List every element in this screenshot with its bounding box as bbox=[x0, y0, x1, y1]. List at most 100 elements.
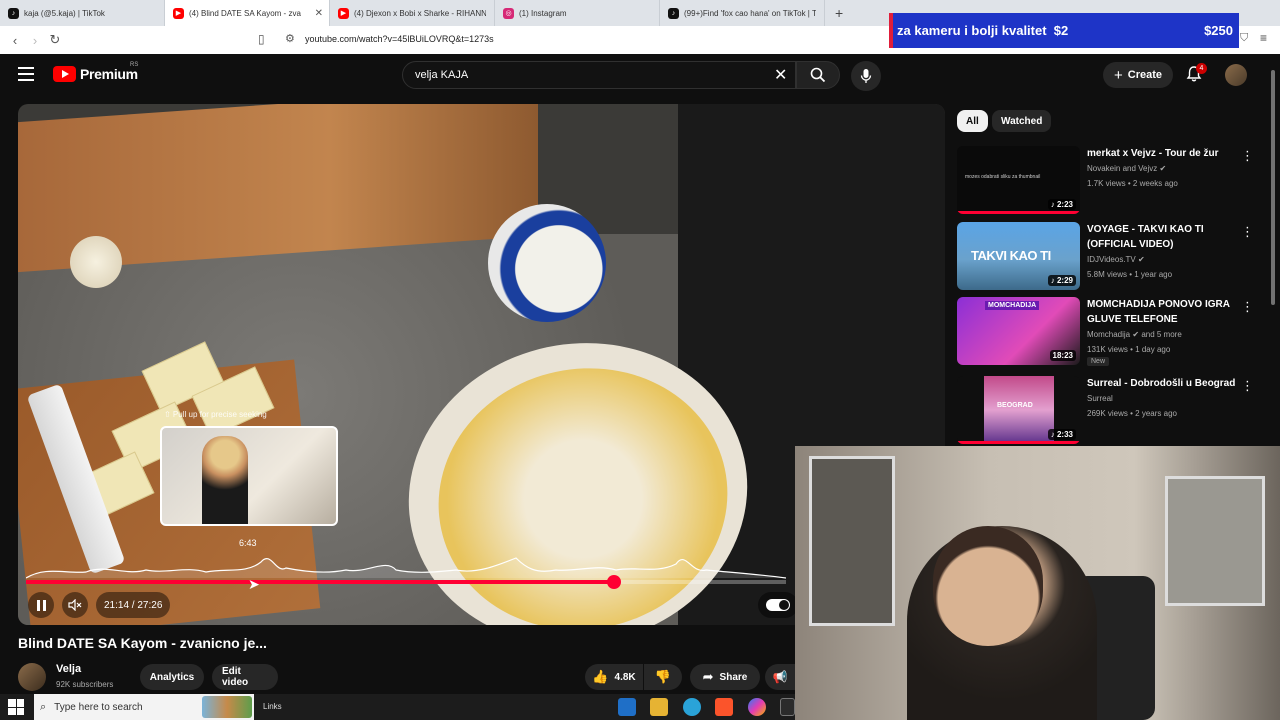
edge-icon[interactable] bbox=[683, 698, 701, 716]
seek-hint-text: ⇧ Pull up for precise seeking bbox=[164, 410, 267, 419]
more-options-icon[interactable]: ⋮ bbox=[1241, 224, 1254, 240]
share-label: Share bbox=[719, 671, 748, 683]
duration-badge: 18:23 bbox=[1049, 350, 1076, 361]
recommended-video[interactable]: mozes odabrati sliku za thumbnail ♪ 2:23… bbox=[957, 146, 1257, 214]
tab-close-icon[interactable]: ✕ bbox=[315, 8, 323, 19]
browser-tab[interactable]: ▶ (4) Djexon x Bobi x Sharke - RIHANN bbox=[330, 0, 495, 26]
video-title[interactable]: Surreal - Dobrodošli u Beograd bbox=[1087, 376, 1237, 391]
browser-menu-icon[interactable]: ≡ bbox=[1260, 31, 1267, 45]
time-text: 21:14 / 27:26 bbox=[104, 599, 163, 611]
channel-name[interactable]: Surreal bbox=[1087, 394, 1113, 403]
thumbnail-text: BEOGRAD bbox=[997, 402, 1033, 409]
channel-line[interactable]: Momchadija ✔ and 5 more bbox=[1087, 330, 1182, 339]
youtube-logo[interactable]: Premium bbox=[53, 66, 138, 82]
more-options-icon[interactable]: ⋮ bbox=[1241, 378, 1254, 394]
youtube-icon: ▶ bbox=[173, 7, 184, 19]
windows-start-icon[interactable] bbox=[8, 699, 24, 715]
video-title: Blind DATE SA Kayom - zvanicno je... bbox=[18, 635, 267, 651]
video-title[interactable]: merkat x Vejvz - Tour de žur bbox=[1087, 146, 1237, 161]
brave-icon[interactable] bbox=[715, 698, 733, 716]
new-tab-button[interactable]: + bbox=[825, 5, 853, 21]
search-input[interactable]: velja KAJA bbox=[402, 61, 796, 89]
channel-line[interactable]: Novakein and Vejvz ✔ bbox=[1087, 164, 1166, 173]
promote-button[interactable]: 📢 bbox=[765, 664, 795, 690]
channel-avatar[interactable] bbox=[18, 663, 46, 691]
back-icon[interactable]: ‹ bbox=[5, 33, 25, 48]
channel-line[interactable]: IDJVideos.TV ✔ bbox=[1087, 255, 1145, 264]
search-icon: ⌕ bbox=[40, 700, 47, 713]
more-options-icon[interactable]: ⋮ bbox=[1241, 148, 1254, 164]
youtube-icon: ▶ bbox=[338, 7, 349, 19]
donation-banner: za kameru i bolji kvalitet $2 $250 bbox=[889, 13, 1239, 48]
pause-button[interactable] bbox=[28, 592, 54, 618]
browser-tab-active[interactable]: ▶ (4) Blind DATE SA Kayom - zvan ✕ bbox=[165, 0, 330, 26]
video-title[interactable]: VOYAGE - TAKVI KAO TI (OFFICIAL VIDEO) bbox=[1087, 222, 1237, 252]
verified-icon: ✔ bbox=[1159, 164, 1167, 173]
app-icon[interactable] bbox=[780, 698, 795, 716]
taskbar-search-input[interactable]: ⌕ Type here to search bbox=[34, 694, 254, 720]
video-thumbnail[interactable]: MOMCHADIJA 18:23 bbox=[957, 297, 1080, 365]
tab-title: (4) Blind DATE SA Kayom - zvan bbox=[189, 8, 301, 18]
menu-icon[interactable] bbox=[18, 67, 34, 81]
account-avatar[interactable] bbox=[1225, 64, 1247, 86]
clear-search-icon[interactable]: ✕ bbox=[774, 65, 787, 85]
recommended-video[interactable]: TAKVI KAO TI ♪ 2:29 VOYAGE - TAKVI KAO T… bbox=[957, 222, 1257, 290]
reload-icon[interactable]: ↻ bbox=[45, 32, 65, 48]
browser-tab[interactable]: ◎ (1) Instagram bbox=[495, 0, 660, 26]
channel-extra: and 5 more bbox=[1141, 330, 1182, 339]
recommended-video[interactable]: MOMCHADIJA 18:23 MOMCHADIJA PONOVO IGRA … bbox=[957, 297, 1257, 366]
search-button[interactable] bbox=[796, 61, 840, 89]
tiktok-icon: ♪ bbox=[8, 7, 19, 19]
tiktok-icon: ♪ bbox=[668, 7, 679, 19]
thumbnail-text: mozes odabrati sliku za thumbnail bbox=[965, 174, 1041, 180]
tab-title: (4) Djexon x Bobi x Sharke - RIHANN bbox=[354, 8, 486, 18]
video-thumbnail[interactable]: TAKVI KAO TI ♪ 2:29 bbox=[957, 222, 1080, 290]
voice-search-button[interactable] bbox=[851, 61, 881, 91]
autoplay-toggle[interactable] bbox=[758, 592, 798, 618]
like-button[interactable]: 👍 4.8K bbox=[585, 664, 643, 690]
time-display: 21:14 / 27:26 bbox=[96, 592, 171, 618]
channel-name: Novakein and Vejvz bbox=[1087, 164, 1158, 173]
recommended-video[interactable]: BEOGRAD ♪ 2:33 Surreal - Dobrodošli u Be… bbox=[957, 376, 1257, 444]
microphone-icon bbox=[860, 69, 872, 83]
thumbnail-text: MOMCHADIJA bbox=[985, 301, 1040, 310]
share-icon: ➦ bbox=[702, 669, 714, 684]
site-info-icon[interactable]: ⚙ bbox=[285, 32, 295, 45]
bookmark-icon[interactable]: ▯ bbox=[258, 32, 265, 46]
edit-video-button[interactable]: Edit video bbox=[212, 664, 278, 690]
create-button[interactable]: + Create bbox=[1103, 62, 1173, 88]
webcam-overlay bbox=[795, 446, 1280, 720]
donation-text: za kameru i bolji kvalitet bbox=[897, 23, 1047, 38]
watched-progress bbox=[957, 441, 1080, 444]
megaphone-icon: 📢 bbox=[772, 670, 788, 684]
forward-icon[interactable]: › bbox=[25, 33, 45, 48]
shield-icon[interactable]: ⛉ bbox=[1240, 32, 1248, 45]
verified-icon: ✔ bbox=[1132, 330, 1140, 339]
progress-bar[interactable] bbox=[26, 575, 786, 589]
channel-name[interactable]: Velja bbox=[56, 663, 81, 675]
file-explorer-icon[interactable] bbox=[650, 698, 668, 716]
like-count: 4.8K bbox=[614, 671, 636, 683]
more-options-icon[interactable]: ⋮ bbox=[1241, 299, 1254, 315]
mute-button[interactable] bbox=[62, 592, 88, 618]
dislike-button[interactable]: 👎 bbox=[644, 664, 682, 690]
browser-tab[interactable]: ♪ (99+)Find 'fox cao hana' on TikTok | T bbox=[660, 0, 825, 26]
links-toolbar[interactable]: Links bbox=[263, 702, 282, 711]
channel-name: IDJVideos.TV bbox=[1087, 255, 1136, 264]
share-button[interactable]: ➦ Share bbox=[690, 664, 760, 690]
app-icon[interactable] bbox=[618, 698, 636, 716]
video-thumbnail[interactable]: mozes odabrati sliku za thumbnail ♪ 2:23 bbox=[957, 146, 1080, 214]
page-scrollbar[interactable] bbox=[1271, 70, 1275, 305]
chip-all[interactable]: All bbox=[957, 110, 988, 132]
thumbnail-text: TAKVI KAO TI bbox=[971, 248, 1051, 263]
logo-text: Premium bbox=[80, 66, 138, 82]
plus-icon: + bbox=[1113, 66, 1123, 84]
browser-tab[interactable]: ♪ kaja (@5.kaja) | TikTok bbox=[0, 0, 165, 26]
volume-muted-icon bbox=[68, 599, 82, 611]
url-field[interactable]: youtube.com/watch?v=45lBUiLOVRQ&t=1273s bbox=[305, 34, 494, 44]
video-thumbnail[interactable]: BEOGRAD ♪ 2:33 bbox=[957, 376, 1080, 444]
chip-watched[interactable]: Watched bbox=[992, 110, 1052, 132]
analytics-button[interactable]: Analytics bbox=[140, 664, 204, 690]
copilot-icon[interactable] bbox=[748, 698, 766, 716]
video-title[interactable]: MOMCHADIJA PONOVO IGRA GLUVE TELEFONE bbox=[1087, 297, 1237, 327]
